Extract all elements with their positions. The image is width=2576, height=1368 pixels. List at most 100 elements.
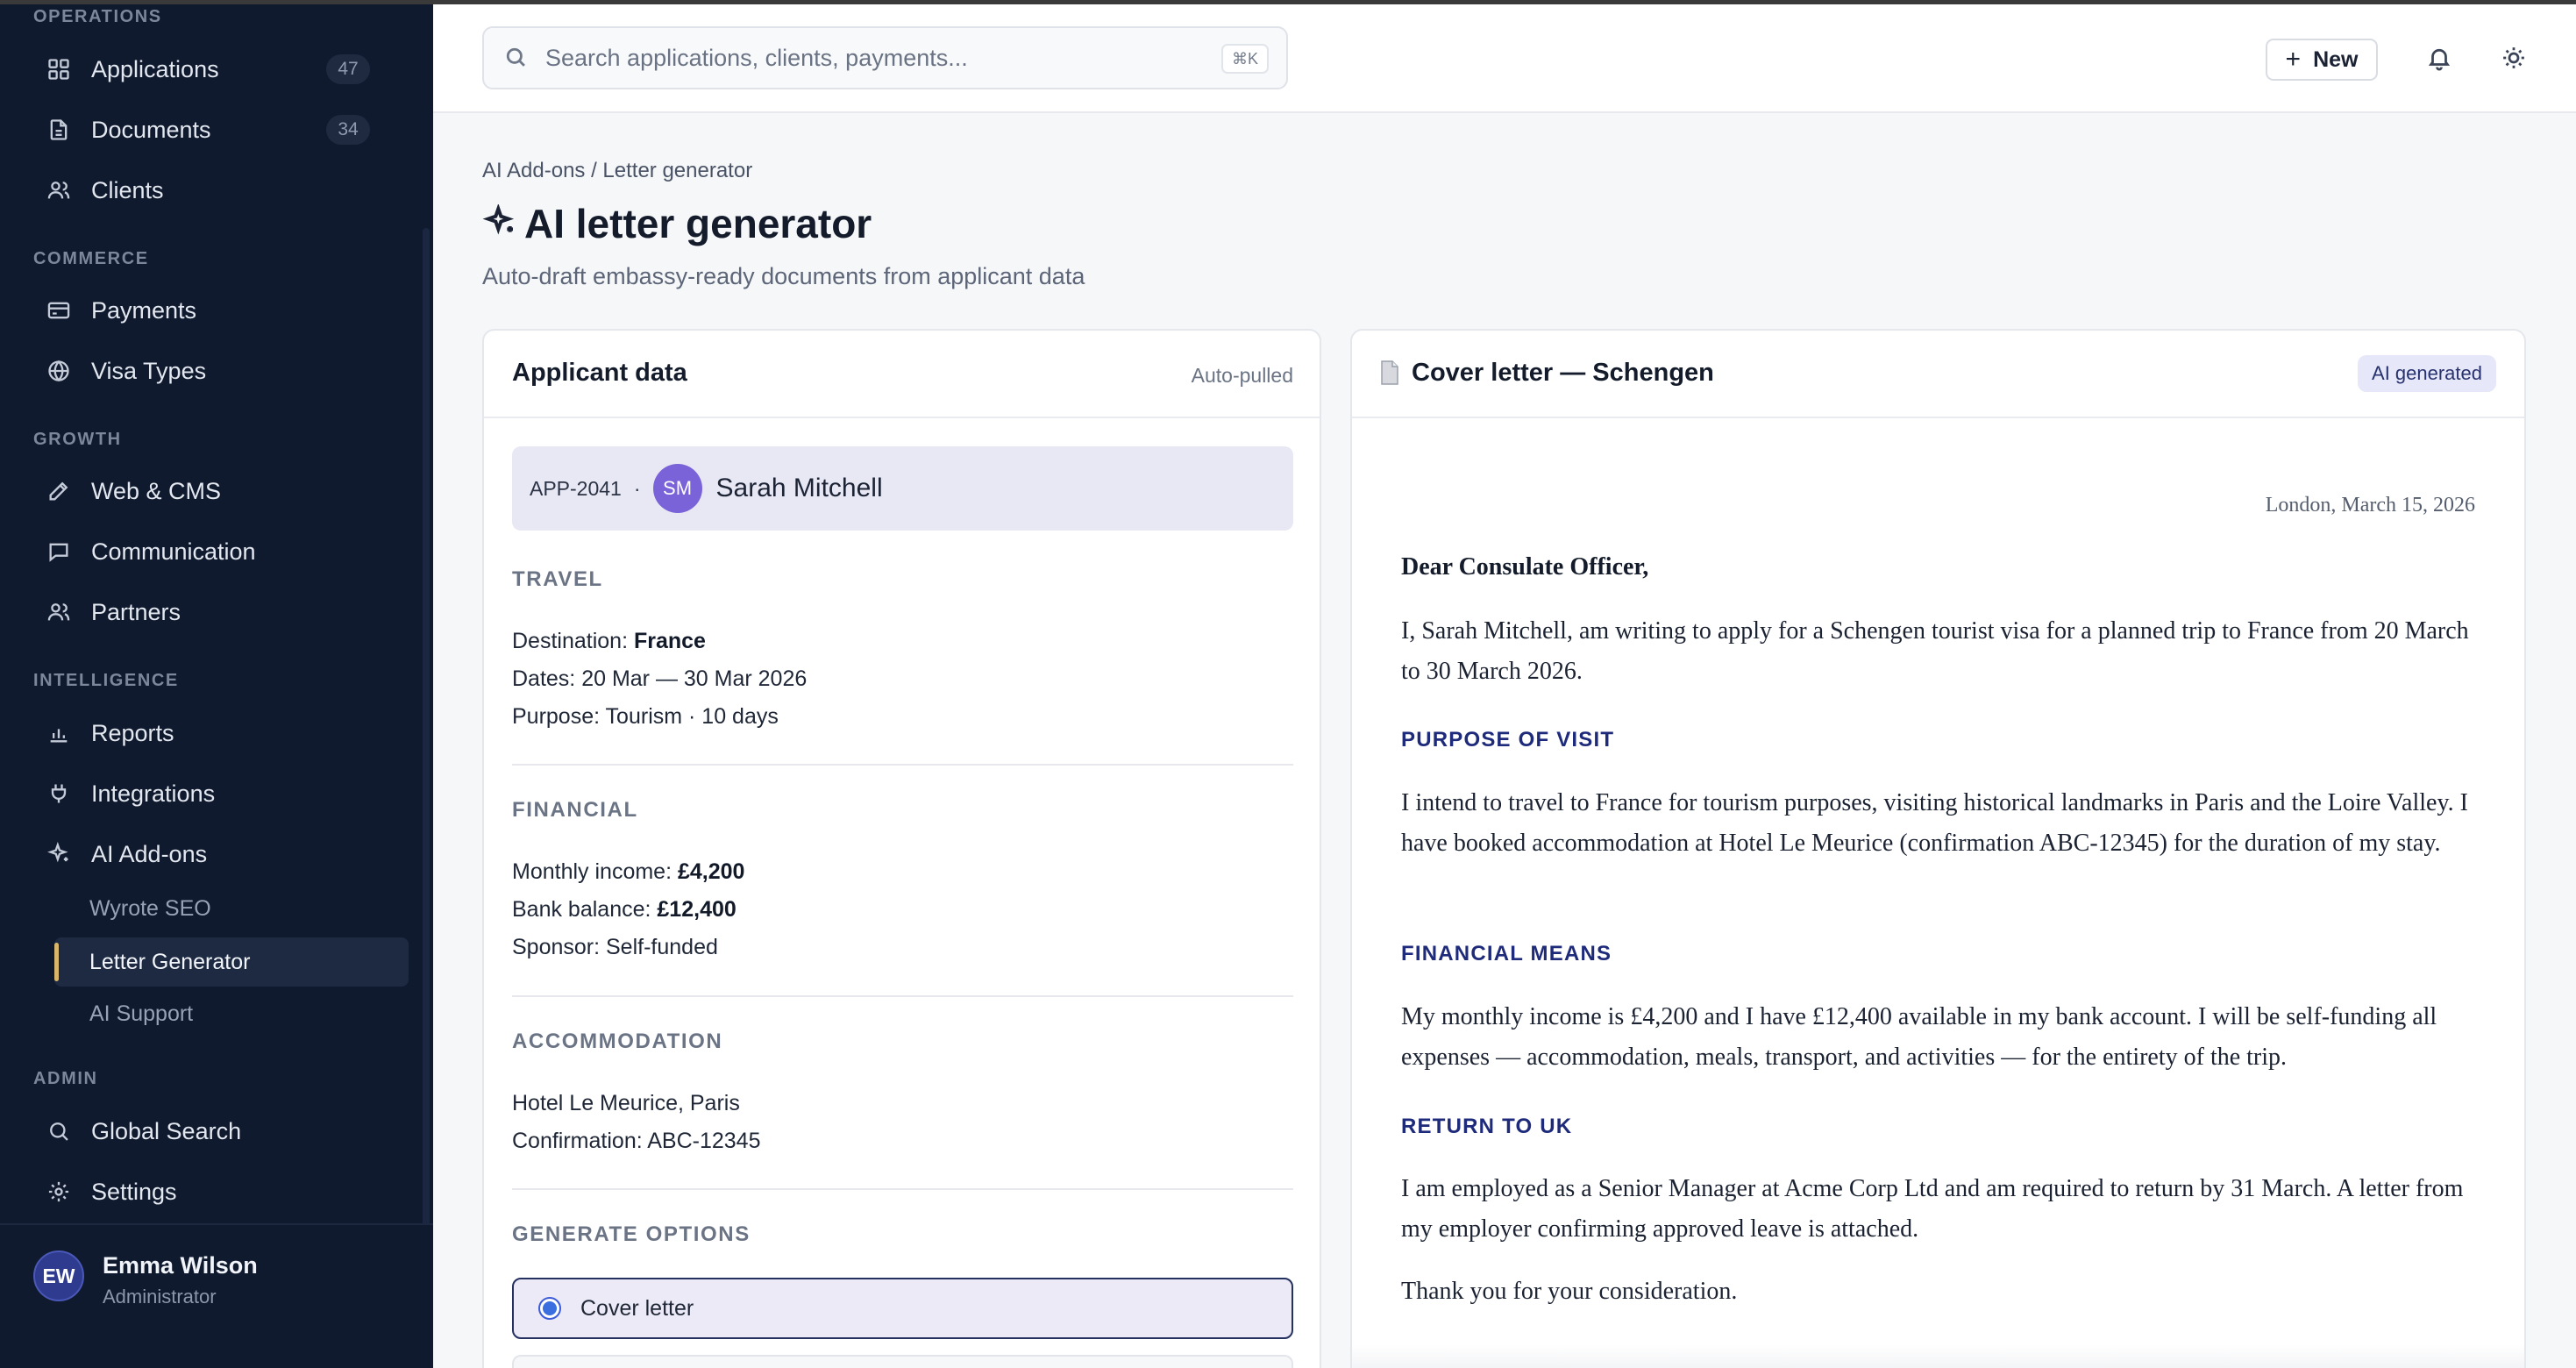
sidebar-item-label: Integrations [91, 780, 216, 807]
sidebar-item-integrations[interactable]: Integrations [33, 769, 384, 818]
divider [512, 995, 1293, 997]
letter-heading-financial: FINANCIAL MEANS [1401, 942, 1612, 965]
option-next[interactable] [512, 1355, 1293, 1368]
sidebar-item-reports[interactable]: Reports [33, 709, 384, 758]
travel-purpose: Purpose: Tourism · 10 days [512, 704, 779, 729]
option-cover-letter[interactable]: Cover letter [512, 1278, 1293, 1339]
sidebar-subitem-wyrote-seo[interactable]: Wyrote SEO [54, 884, 409, 933]
breadcrumb[interactable]: AI Add-ons / Letter generator [482, 159, 752, 183]
search-bar[interactable]: ⌘K [482, 26, 1288, 89]
sidebar-item-settings[interactable]: Settings [33, 1167, 384, 1216]
section-label-accommodation: ACCOMMODATION [512, 1030, 723, 1053]
sidebar-item-label: Payments [91, 296, 197, 324]
card-title: Applicant data [512, 359, 687, 387]
sun-icon [2501, 45, 2527, 75]
application-id: APP-2041 [530, 476, 622, 500]
plug-icon [46, 780, 72, 807]
theme-toggle-button[interactable] [2496, 42, 2531, 77]
search-input[interactable] [545, 44, 1194, 72]
sidebar-item-web-cms[interactable]: Web & CMS [33, 467, 384, 516]
sidebar-item-payments[interactable]: Payments [33, 286, 384, 335]
letter-salutation: Dear Consulate Officer, [1401, 553, 1649, 581]
letter-date: London, March 15, 2026 [2265, 494, 2475, 517]
scroll-fade [1352, 1344, 2524, 1368]
accommodation-confirmation: Confirmation: ABC-12345 [512, 1129, 761, 1153]
sidebar-nav: OPERATIONS Applications 47 Documents 34 … [0, 0, 421, 1223]
users-icon [46, 177, 72, 203]
radio-selected[interactable] [538, 1297, 561, 1320]
count-badge: 34 [326, 115, 370, 145]
sidebar-item-documents[interactable]: Documents 34 [33, 105, 384, 154]
chat-icon [46, 538, 72, 565]
sidebar-item-clients[interactable]: Clients [33, 166, 384, 215]
field-label: Monthly income: [512, 859, 678, 884]
financial-sponsor: Sponsor: Self-funded [512, 935, 718, 959]
section-label-generate-options: GENERATE OPTIONS [512, 1222, 751, 1246]
letter-financial: My monthly income is £4,200 and I have £… [1401, 1003, 2437, 1071]
sidebar-item-label: AI Add-ons [91, 840, 208, 867]
letter-title: Cover letter — Schengen [1412, 359, 1714, 387]
sparkle-icon [482, 203, 524, 244]
letter-closing: Thank you for your consideration. [1401, 1278, 1738, 1305]
plus-icon: + [2285, 45, 2302, 74]
card-header: Applicant data Auto-pulled [484, 331, 1320, 418]
document-icon [46, 117, 72, 143]
financial-balance: Bank balance: £12,400 [512, 897, 737, 923]
separator: · [633, 476, 641, 500]
sidebar-item-partners[interactable]: Partners [33, 588, 384, 637]
section-label-admin: ADMIN [33, 1069, 98, 1088]
letter-heading-purpose: PURPOSE OF VISIT [1401, 728, 1615, 752]
ai-generated-badge: AI generated [2358, 355, 2496, 392]
option-label: Cover letter [580, 1295, 694, 1321]
sidebar-item-label: Visa Types [91, 357, 207, 384]
applicant-data-card: Applicant data Auto-pulled APP-2041 · SM… [482, 329, 1321, 1368]
new-button[interactable]: + New [2266, 39, 2378, 81]
applicant-summary[interactable]: APP-2041 · SM Sarah Mitchell [512, 446, 1293, 531]
travel-destination: Destination: France [512, 629, 706, 654]
sidebar-item-ai-addons[interactable]: AI Add-ons [33, 830, 384, 879]
user-role: Administrator [103, 1286, 217, 1307]
sidebar-subitem-letter-generator[interactable]: Letter Generator [54, 937, 409, 987]
sidebar-item-label: Partners [91, 598, 181, 625]
letter-return: I am employed as a Senior Manager at Acm… [1401, 1175, 2464, 1243]
letter-preview-card: Cover letter — Schengen AI generated Lon… [1350, 329, 2526, 1368]
sidebar-item-communication[interactable]: Communication [33, 527, 384, 576]
divider [512, 1188, 1293, 1190]
pencil-icon [46, 478, 72, 504]
users-icon [46, 599, 72, 625]
accommodation-hotel: Hotel Le Meurice, Paris [512, 1091, 740, 1115]
notifications-button[interactable] [2422, 42, 2457, 77]
sidebar: OPERATIONS Applications 47 Documents 34 … [0, 0, 433, 1368]
sidebar-item-label: Documents [91, 116, 211, 143]
sidebar-item-label: Reports [91, 719, 174, 746]
applicant-name: Sarah Mitchell [715, 474, 883, 502]
topbar: ⌘K + New [433, 0, 2576, 113]
letter-intro: I, Sarah Mitchell, am writing to apply f… [1401, 617, 2469, 685]
credit-card-icon [46, 297, 72, 324]
letter-purpose: I intend to travel to France for tourism… [1401, 789, 2468, 857]
search-icon [46, 1118, 72, 1144]
field-value: France [633, 629, 706, 653]
sidebar-item-applications[interactable]: Applications 47 [33, 45, 384, 94]
divider [512, 764, 1293, 766]
sidebar-item-global-search[interactable]: Global Search [33, 1107, 384, 1156]
section-label-growth: GROWTH [33, 430, 122, 449]
document-icon [1381, 360, 1398, 385]
avatar[interactable]: EW [33, 1250, 84, 1301]
sparkle-icon [46, 841, 72, 867]
sidebar-item-label: Web & CMS [91, 477, 222, 504]
grid-icon [46, 56, 72, 82]
section-label-financial: FINANCIAL [512, 798, 638, 822]
user-name: Emma Wilson [103, 1252, 258, 1279]
field-label: Destination: [512, 629, 634, 653]
section-label-travel: TRAVEL [512, 567, 603, 591]
search-icon [503, 45, 530, 71]
sidebar-scrollbar[interactable] [423, 228, 430, 1228]
sidebar-subitem-ai-support[interactable]: AI Support [54, 989, 409, 1038]
letter-heading-return: RETURN TO UK [1401, 1115, 1573, 1138]
sidebar-item-label: Clients [91, 176, 164, 203]
sidebar-item-visa-types[interactable]: Visa Types [33, 346, 384, 395]
field-value: £4,200 [677, 859, 745, 884]
app-root: OPERATIONS Applications 47 Documents 34 … [0, 0, 2576, 1368]
field-value: £12,400 [657, 897, 737, 922]
